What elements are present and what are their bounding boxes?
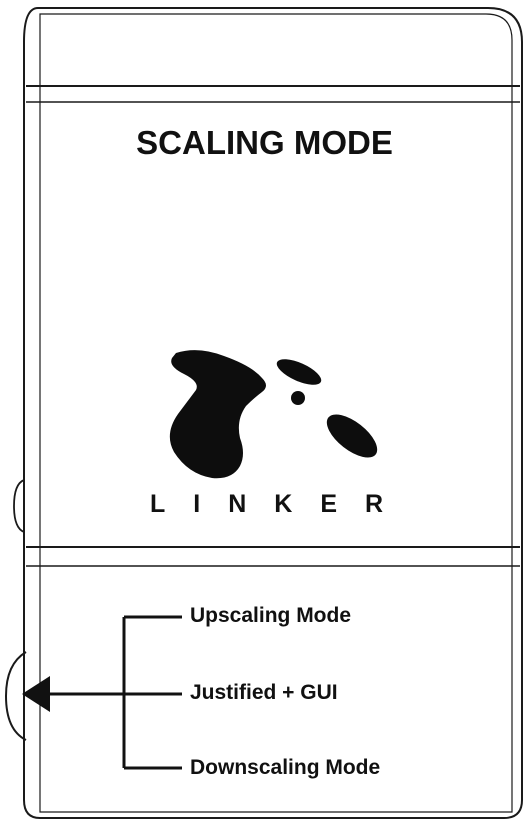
mode-downscaling: Downscaling Mode xyxy=(190,756,381,779)
side-port xyxy=(13,479,25,533)
mode-justified-gui: Justified + GUI xyxy=(190,681,338,704)
switch-pointer xyxy=(22,676,50,712)
mode-selector-lines xyxy=(50,615,182,770)
mode-upscaling: Upscaling Mode xyxy=(190,604,352,627)
brand-wordmark: LINKER xyxy=(150,490,412,518)
page-title: SCALING MODE xyxy=(136,124,393,161)
linker-logo-mark xyxy=(169,350,378,479)
